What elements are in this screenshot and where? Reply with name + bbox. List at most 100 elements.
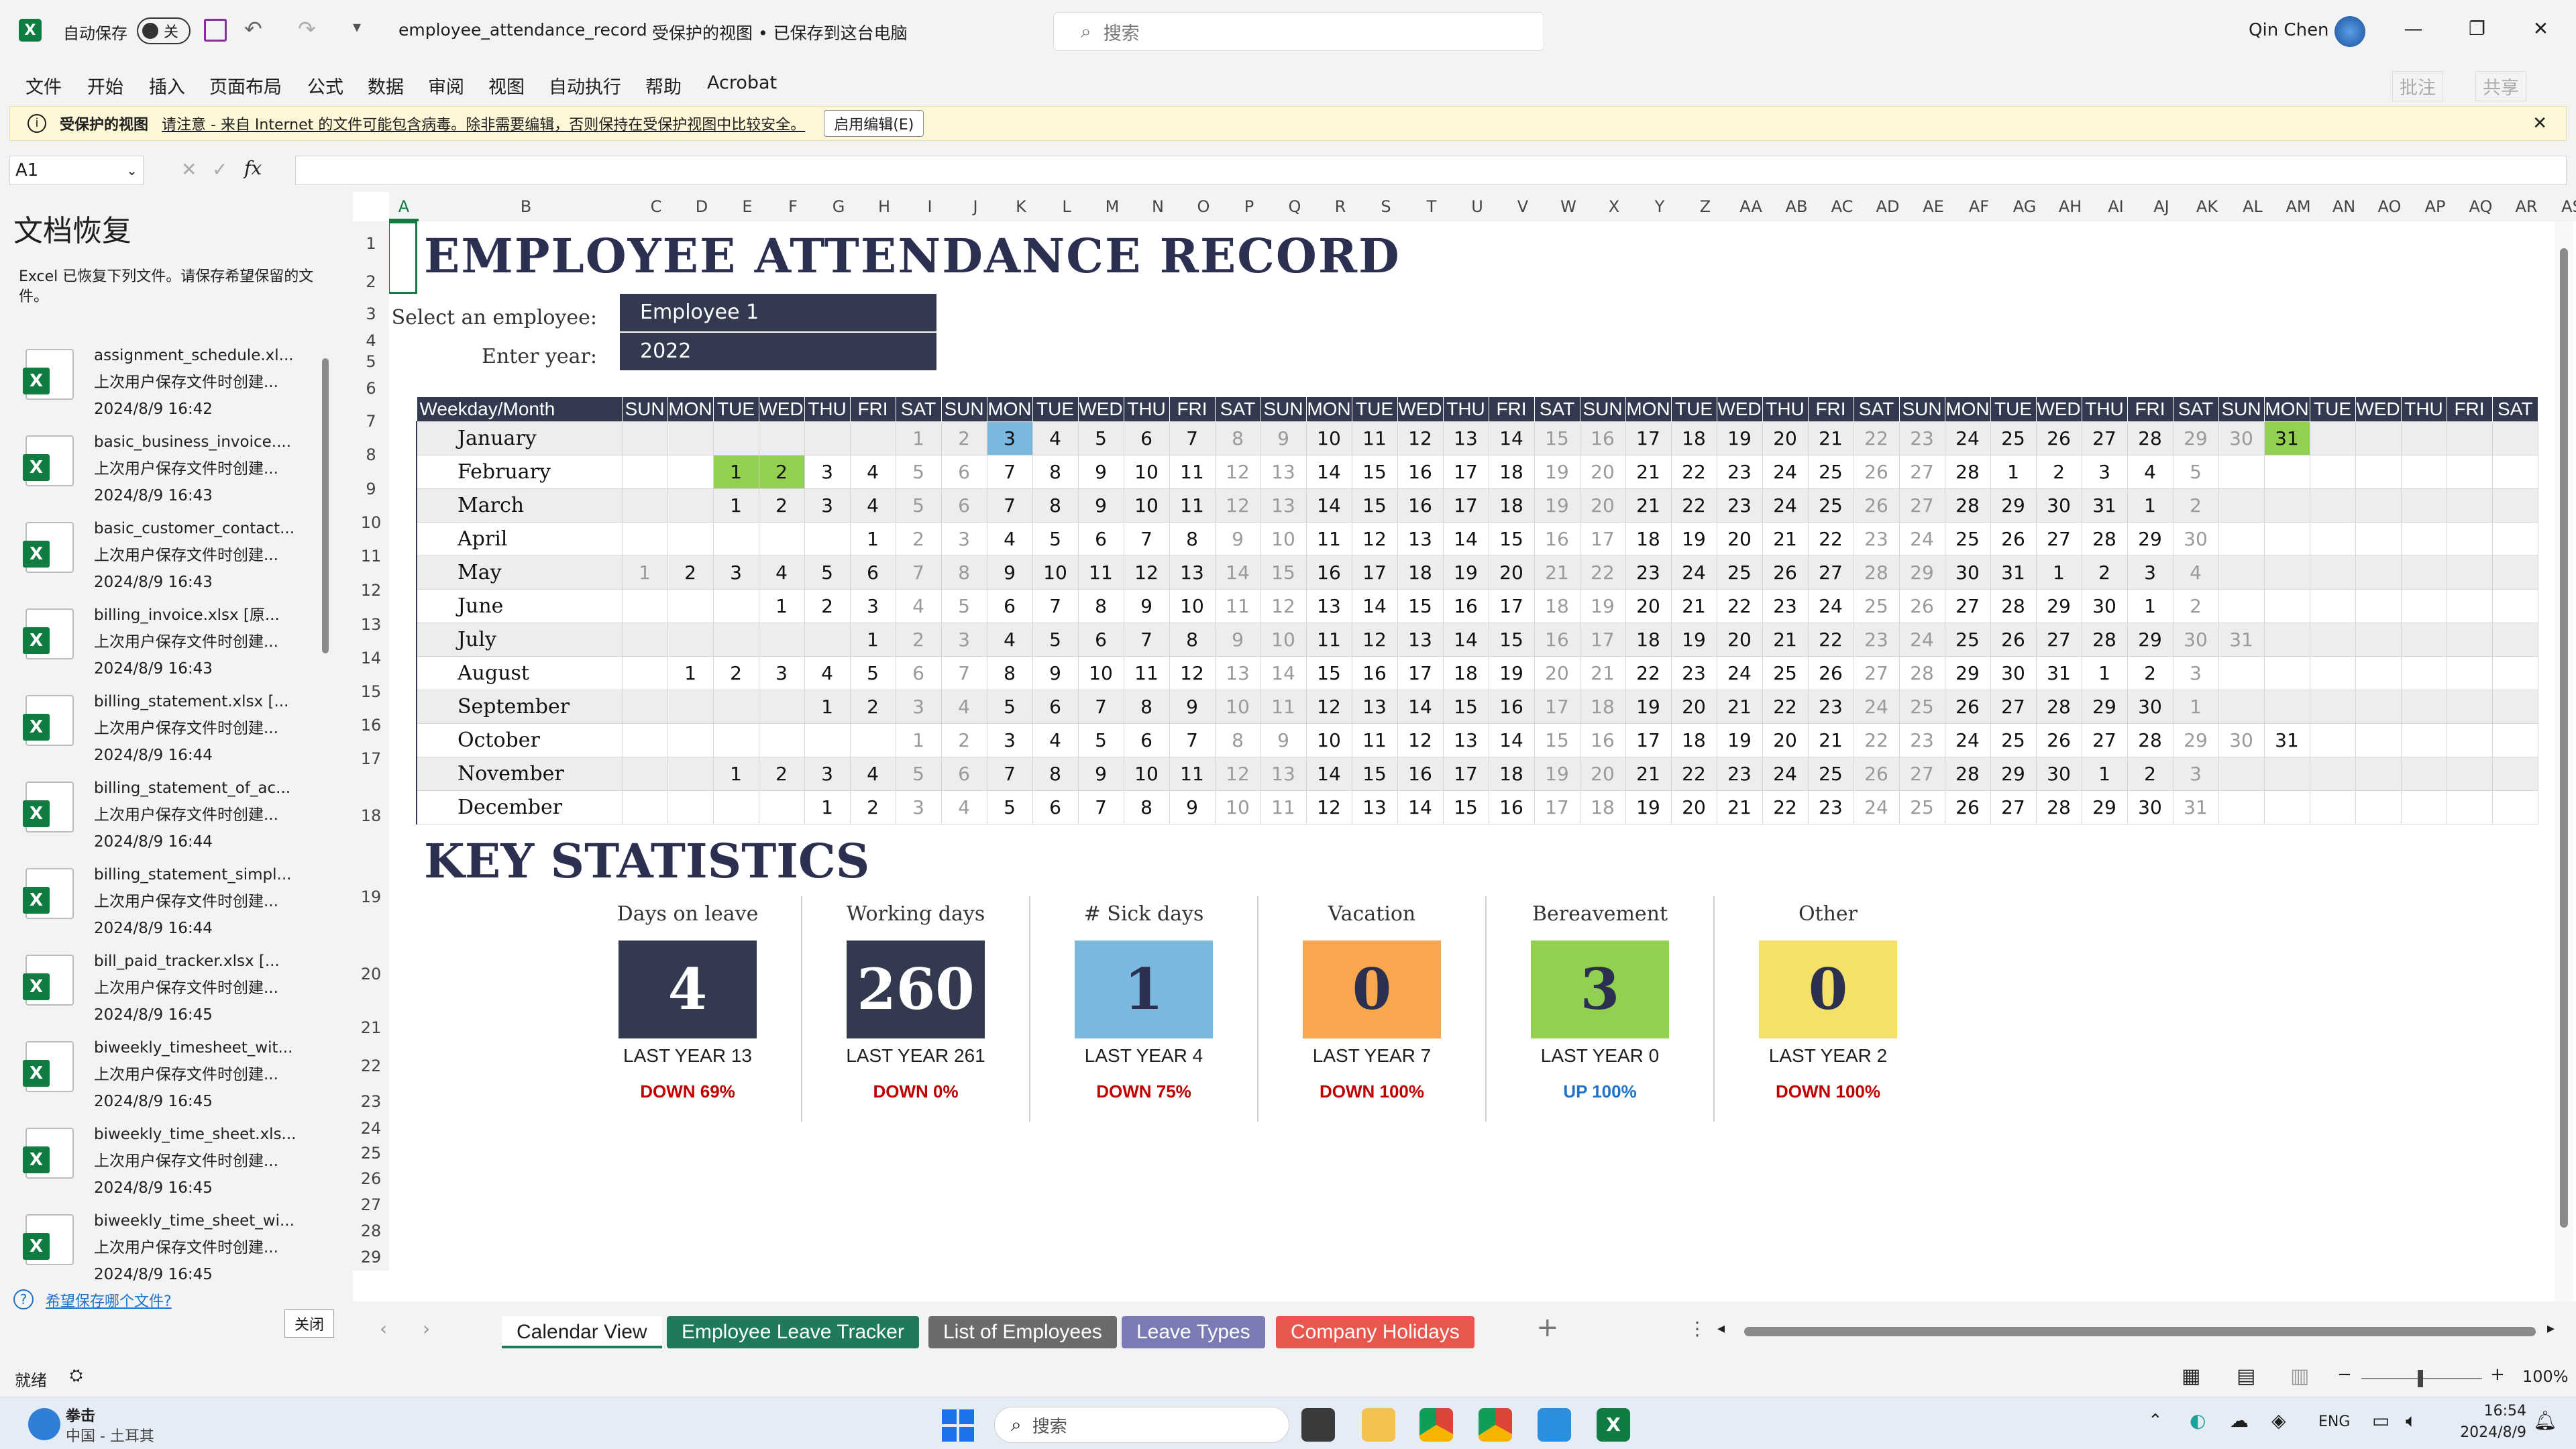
day-cell[interactable]: 18 xyxy=(1670,421,1717,455)
day-cell[interactable] xyxy=(2218,756,2265,791)
day-cell[interactable]: 12 xyxy=(1351,521,1398,556)
day-cell[interactable]: 31 xyxy=(2172,790,2219,824)
day-cell[interactable]: 25 xyxy=(1716,555,1763,590)
day-cell[interactable]: 13 xyxy=(1260,454,1307,489)
column-header[interactable]: S xyxy=(1363,192,1409,221)
column-header[interactable]: G xyxy=(816,192,861,221)
menu-file[interactable]: 文件 xyxy=(25,72,62,99)
day-cell[interactable]: 15 xyxy=(1442,790,1489,824)
row-header[interactable]: 13 xyxy=(353,608,389,641)
day-cell[interactable]: 27 xyxy=(1853,655,1900,690)
column-header[interactable]: A xyxy=(389,192,419,221)
save-icon[interactable] xyxy=(204,19,227,42)
day-cell[interactable]: 17 xyxy=(1351,555,1398,590)
day-cell[interactable]: 24 xyxy=(1670,555,1717,590)
column-header[interactable]: AC xyxy=(1819,192,1865,221)
day-cell[interactable]: 16 xyxy=(1305,555,1352,590)
day-cell[interactable]: 30 xyxy=(2081,588,2128,623)
day-cell[interactable]: 4 xyxy=(2172,555,2219,590)
day-cell[interactable]: 13 xyxy=(1260,488,1307,523)
tab-options-icon[interactable]: ⋮ xyxy=(1688,1318,1707,1340)
day-cell[interactable]: 7 xyxy=(1123,521,1170,556)
row-header[interactable]: 11 xyxy=(353,539,389,573)
day-cell[interactable] xyxy=(2355,488,2402,523)
day-cell[interactable]: 16 xyxy=(1397,756,1444,791)
day-cell[interactable]: 29 xyxy=(2172,722,2219,757)
column-header[interactable]: AD xyxy=(1865,192,1911,221)
day-cell[interactable]: 22 xyxy=(1807,622,1854,657)
day-cell[interactable]: 23 xyxy=(1716,488,1763,523)
day-cell[interactable] xyxy=(2491,655,2538,690)
day-cell[interactable]: 26 xyxy=(1944,689,1991,724)
day-cell[interactable]: 23 xyxy=(1898,421,1945,455)
day-cell[interactable]: 26 xyxy=(1944,790,1991,824)
day-cell[interactable]: 15 xyxy=(1488,521,1535,556)
day-cell[interactable]: 28 xyxy=(1944,756,1991,791)
day-cell[interactable]: 4 xyxy=(849,454,896,489)
day-cell[interactable]: 3 xyxy=(895,790,942,824)
day-cell[interactable]: 31 xyxy=(2263,421,2310,455)
day-cell[interactable]: 24 xyxy=(1898,622,1945,657)
day-cell[interactable]: 2 xyxy=(2172,488,2219,523)
day-cell[interactable]: 5 xyxy=(941,588,987,623)
day-cell[interactable]: 2 xyxy=(804,588,851,623)
next-sheet-icon[interactable]: › xyxy=(423,1318,430,1340)
day-cell[interactable] xyxy=(2491,689,2538,724)
day-cell[interactable]: 11 xyxy=(1169,488,1216,523)
day-cell[interactable]: 9 xyxy=(1077,454,1124,489)
day-cell[interactable]: 1 xyxy=(2081,655,2128,690)
day-cell[interactable] xyxy=(804,722,851,757)
protected-message[interactable]: 请注意 - 来自 Internet 的文件可能包含病毒。除非需要编辑，否则保持在… xyxy=(162,113,805,134)
day-cell[interactable]: 28 xyxy=(2081,521,2128,556)
day-cell[interactable]: 7 xyxy=(1077,790,1124,824)
day-cell[interactable]: 22 xyxy=(1625,655,1672,690)
day-cell[interactable]: 10 xyxy=(1260,622,1307,657)
day-cell[interactable]: 13 xyxy=(1214,655,1261,690)
day-cell[interactable]: 29 xyxy=(2081,790,2128,824)
day-cell[interactable]: 23 xyxy=(1807,689,1854,724)
recovery-item[interactable]: Xbasic_customer_contact... 上次用户保存文件时创建...… xyxy=(23,515,334,602)
day-cell[interactable]: 20 xyxy=(1488,555,1535,590)
row-header[interactable]: 15 xyxy=(353,675,389,708)
day-cell[interactable]: 15 xyxy=(1488,622,1535,657)
day-cell[interactable] xyxy=(712,790,759,824)
day-cell[interactable] xyxy=(2355,790,2402,824)
start-icon[interactable] xyxy=(942,1409,974,1442)
day-cell[interactable]: 22 xyxy=(1670,488,1717,523)
day-cell[interactable]: 5 xyxy=(804,555,851,590)
undo-icon[interactable]: ↶ xyxy=(244,16,262,42)
day-cell[interactable] xyxy=(2309,689,2356,724)
day-cell[interactable]: 3 xyxy=(986,722,1033,757)
day-cell[interactable]: 4 xyxy=(804,655,851,690)
day-cell[interactable]: 20 xyxy=(1762,421,1809,455)
day-cell[interactable]: 14 xyxy=(1305,756,1352,791)
day-cell[interactable]: 30 xyxy=(2172,521,2219,556)
day-cell[interactable] xyxy=(2355,454,2402,489)
day-cell[interactable]: 16 xyxy=(1442,588,1489,623)
day-cell[interactable] xyxy=(2491,521,2538,556)
day-cell[interactable]: 1 xyxy=(895,722,942,757)
day-cell[interactable]: 12 xyxy=(1260,588,1307,623)
column-header[interactable]: L xyxy=(1044,192,1089,221)
recovery-item[interactable]: Xbiweekly_timesheet_wit... 上次用户保存文件时创建...… xyxy=(23,1034,334,1122)
day-cell[interactable]: 25 xyxy=(1807,454,1854,489)
day-cell[interactable]: 19 xyxy=(1488,655,1535,690)
column-header[interactable]: R xyxy=(1318,192,1363,221)
day-cell[interactable]: 14 xyxy=(1260,655,1307,690)
day-cell[interactable]: 30 xyxy=(2127,790,2174,824)
day-cell[interactable] xyxy=(2309,622,2356,657)
day-cell[interactable]: 28 xyxy=(1944,454,1991,489)
column-header[interactable]: V xyxy=(1500,192,1546,221)
day-cell[interactable]: 12 xyxy=(1214,488,1261,523)
zoom-level[interactable]: 100% xyxy=(2522,1367,2569,1386)
day-cell[interactable]: 28 xyxy=(1944,488,1991,523)
day-cell[interactable] xyxy=(621,454,668,489)
day-cell[interactable]: 2 xyxy=(758,454,805,489)
day-cell[interactable]: 8 xyxy=(941,555,987,590)
day-cell[interactable]: 1 xyxy=(804,689,851,724)
day-cell[interactable] xyxy=(667,488,714,523)
day-cell[interactable]: 6 xyxy=(849,555,896,590)
recovery-item[interactable]: Xbill_paid_tracker.xlsx [... 上次用户保存文件时创建.… xyxy=(23,948,334,1035)
day-cell[interactable]: 2 xyxy=(895,622,942,657)
menu-formulas[interactable]: 公式 xyxy=(307,72,343,99)
